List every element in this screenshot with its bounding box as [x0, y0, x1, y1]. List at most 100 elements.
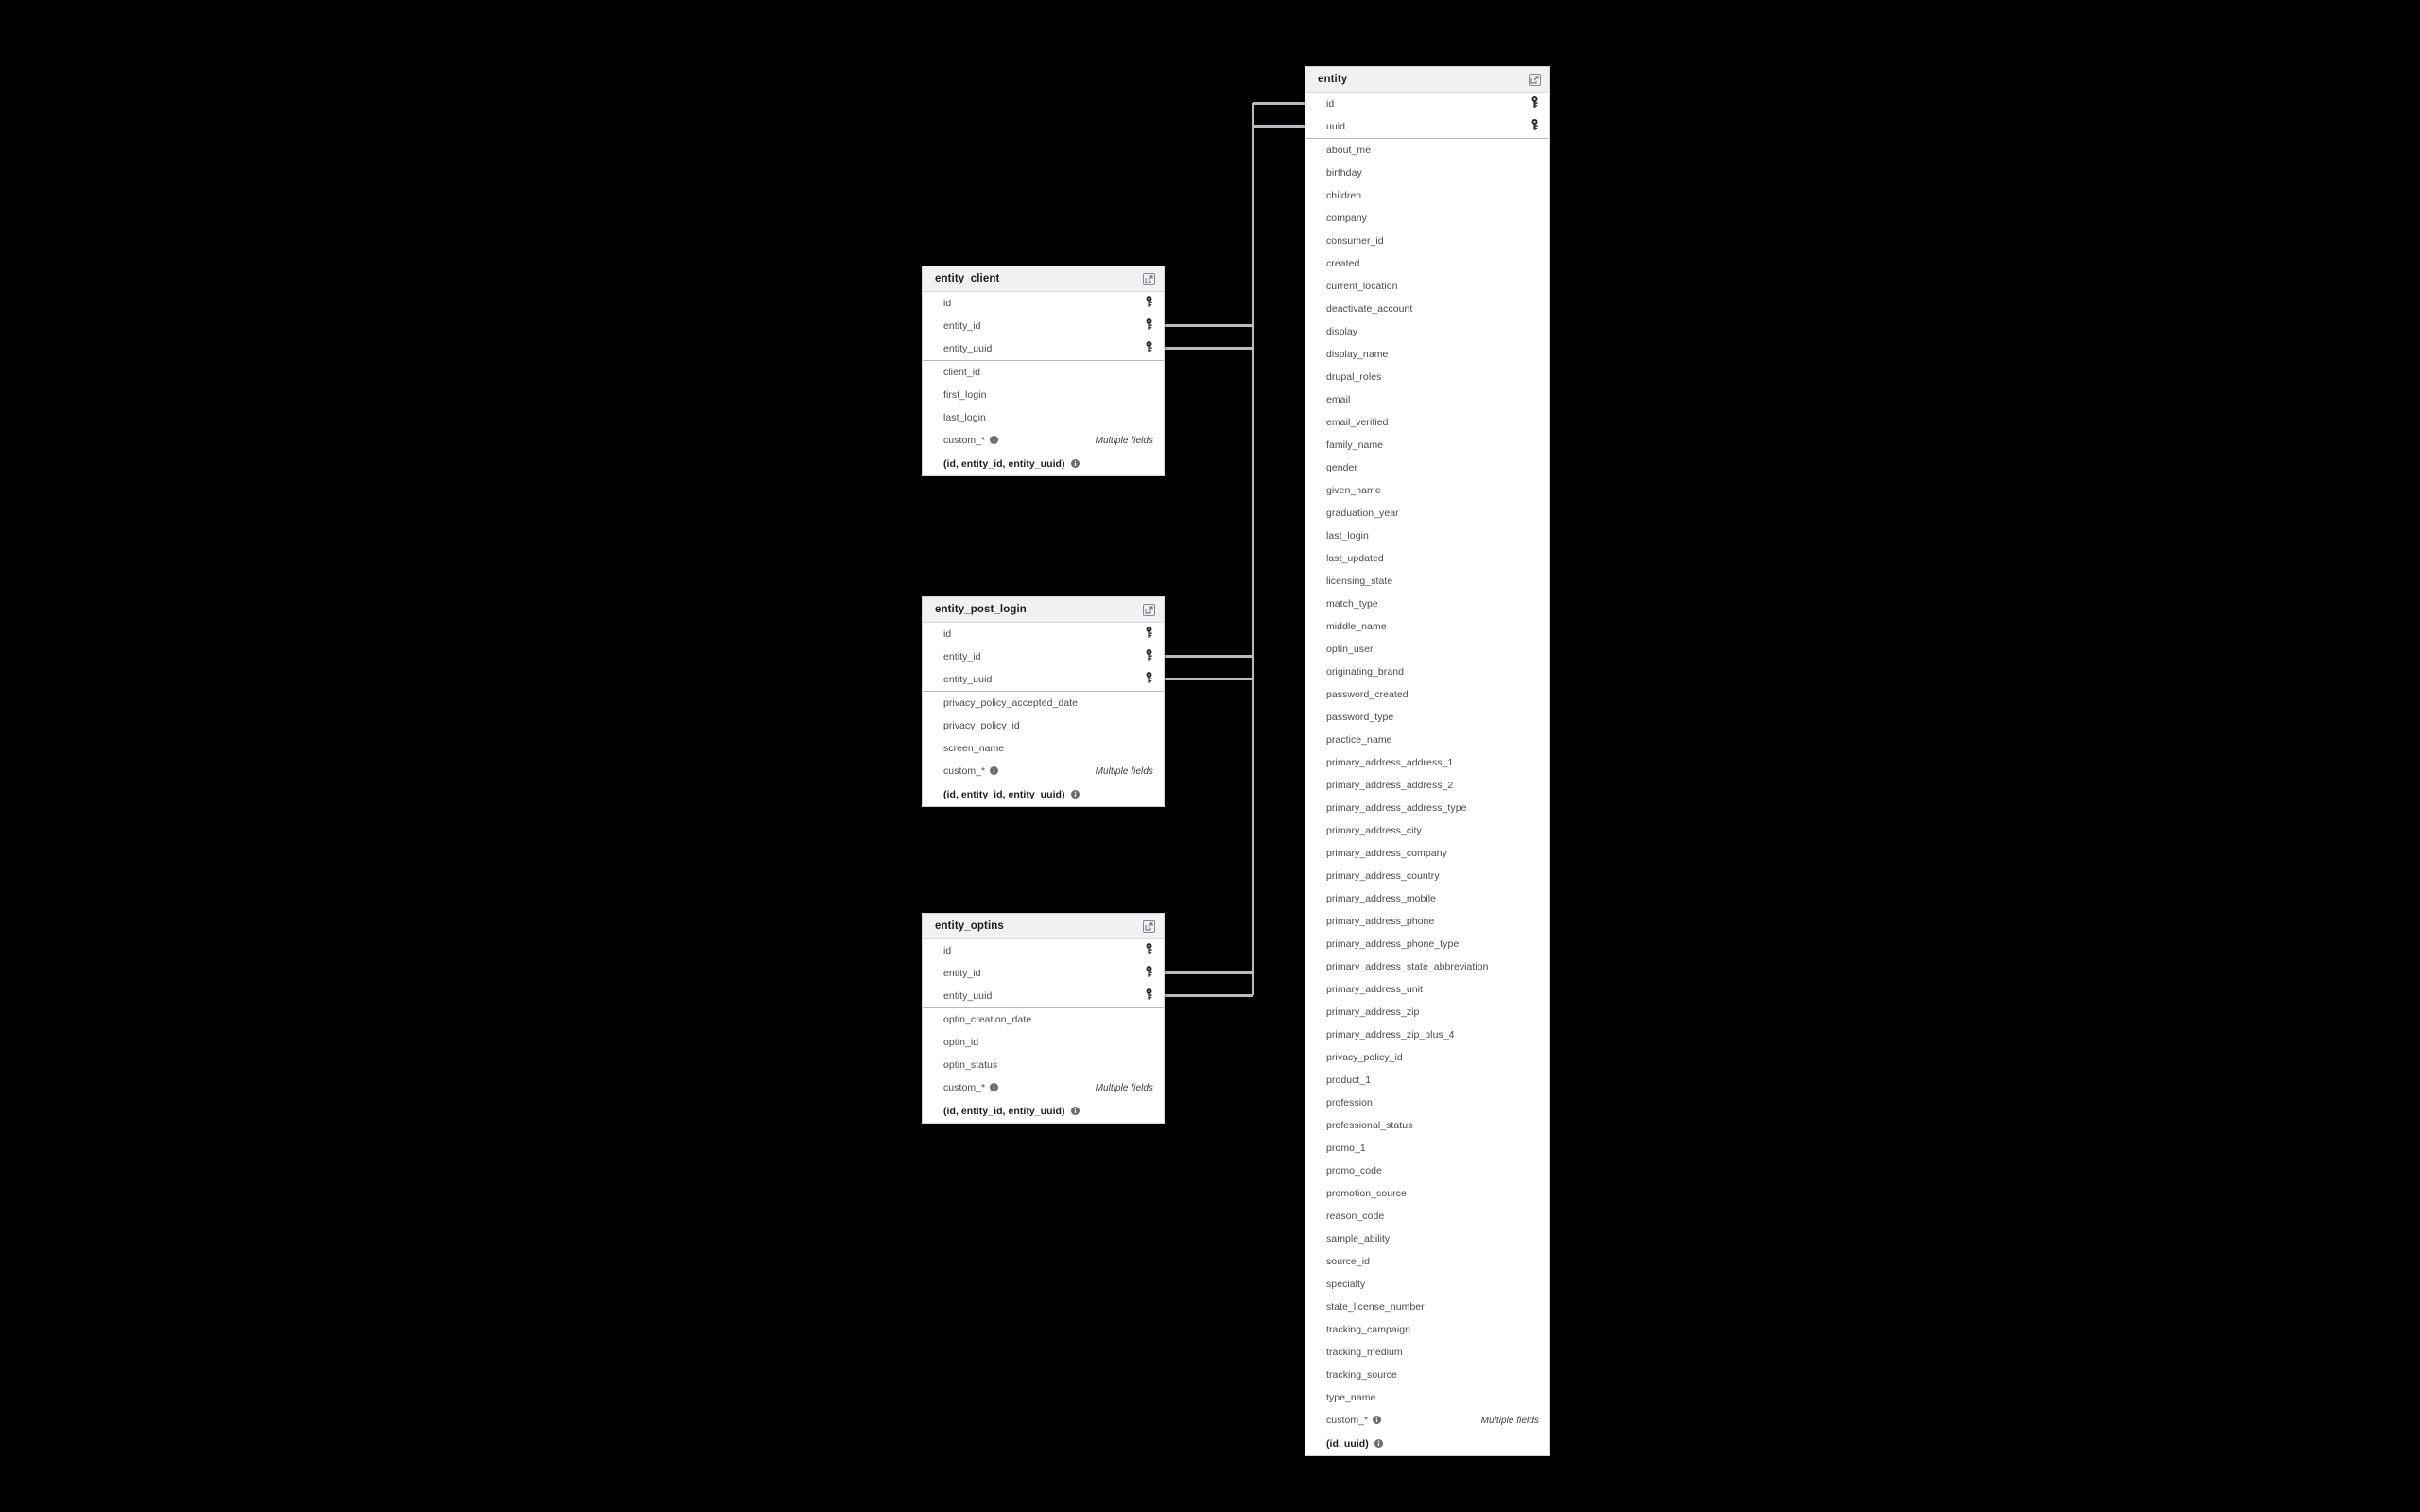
field-row[interactable]: state_license_number: [1305, 1296, 1549, 1318]
info-icon[interactable]: [990, 1079, 999, 1096]
field-row[interactable]: screen_name: [923, 737, 1164, 760]
field-row[interactable]: promo_1: [1305, 1137, 1549, 1160]
field-row[interactable]: password_type: [1305, 706, 1549, 729]
field-row[interactable]: children: [1305, 184, 1549, 207]
table-card-entity_optins[interactable]: entity_optins id entity_id entity_uuid optin…: [922, 913, 1165, 1124]
info-icon[interactable]: [1070, 455, 1080, 472]
field-row[interactable]: licensing_state: [1305, 570, 1549, 593]
field-row[interactable]: birthday: [1305, 162, 1549, 184]
field-row[interactable]: primary_address_unit: [1305, 978, 1549, 1001]
field-row[interactable]: primary_address_zip: [1305, 1001, 1549, 1023]
primary-key-footer[interactable]: (id, entity_id, entity_uuid): [923, 452, 1164, 475]
field-row[interactable]: source_id: [1305, 1250, 1549, 1273]
field-row[interactable]: primary_address_address_1: [1305, 751, 1549, 774]
field-row[interactable]: promotion_source: [1305, 1182, 1549, 1205]
primary-key-footer[interactable]: (id, entity_id, entity_uuid): [923, 1099, 1164, 1123]
field-row[interactable]: optin_user: [1305, 638, 1549, 661]
table-card-entity_post_login[interactable]: entity_post_login id entity_id entity_uuid p…: [922, 596, 1165, 807]
field-row[interactable]: privacy_policy_accepted_date: [923, 692, 1164, 714]
field-row[interactable]: first_login: [923, 384, 1164, 406]
field-row[interactable]: reason_code: [1305, 1205, 1549, 1228]
field-row[interactable]: tracking_source: [1305, 1364, 1549, 1386]
field-row[interactable]: primary_address_city: [1305, 819, 1549, 842]
field-row[interactable]: given_name: [1305, 479, 1549, 502]
field-row-key[interactable]: id: [923, 939, 1164, 962]
field-row-key[interactable]: entity_uuid: [923, 985, 1164, 1007]
field-row[interactable]: email: [1305, 388, 1549, 411]
field-row[interactable]: type_name: [1305, 1386, 1549, 1409]
field-row[interactable]: gender: [1305, 456, 1549, 479]
field-row[interactable]: specialty: [1305, 1273, 1549, 1296]
field-row[interactable]: primary_address_phone_type: [1305, 933, 1549, 955]
info-icon[interactable]: [1374, 1435, 1383, 1452]
primary-key-footer[interactable]: (id, uuid): [1305, 1432, 1549, 1455]
info-icon[interactable]: [1070, 1103, 1080, 1120]
field-row[interactable]: company: [1305, 207, 1549, 230]
field-row-custom[interactable]: custom_* Multiple fields: [1305, 1409, 1549, 1432]
field-row[interactable]: promo_code: [1305, 1160, 1549, 1182]
external-link-icon[interactable]: [1529, 73, 1541, 86]
field-row-key[interactable]: entity_id: [923, 962, 1164, 985]
field-row[interactable]: client_id: [923, 361, 1164, 384]
field-row[interactable]: sample_ability: [1305, 1228, 1549, 1250]
field-row-key[interactable]: entity_id: [923, 645, 1164, 668]
field-row-custom[interactable]: custom_* Multiple fields: [923, 760, 1164, 782]
field-row[interactable]: practice_name: [1305, 729, 1549, 751]
field-row[interactable]: family_name: [1305, 434, 1549, 456]
field-row-key[interactable]: entity_uuid: [923, 668, 1164, 691]
field-row[interactable]: email_verified: [1305, 411, 1549, 434]
field-row[interactable]: originating_brand: [1305, 661, 1549, 683]
field-row[interactable]: professional_status: [1305, 1114, 1549, 1137]
field-row-custom[interactable]: custom_* Multiple fields: [923, 429, 1164, 452]
field-row[interactable]: about_me: [1305, 139, 1549, 162]
field-row-key[interactable]: uuid: [1305, 115, 1549, 138]
field-row[interactable]: primary_address_company: [1305, 842, 1549, 865]
field-row[interactable]: primary_address_phone: [1305, 910, 1549, 933]
field-row[interactable]: optin_status: [923, 1054, 1164, 1076]
table-card-entity_client[interactable]: entity_client id entity_id entity_uuid clien…: [922, 266, 1165, 476]
field-row[interactable]: current_location: [1305, 275, 1549, 298]
field-row[interactable]: privacy_policy_id: [923, 714, 1164, 737]
field-row-key[interactable]: id: [923, 623, 1164, 645]
field-row[interactable]: match_type: [1305, 593, 1549, 615]
field-row[interactable]: optin_creation_date: [923, 1008, 1164, 1031]
field-row[interactable]: graduation_year: [1305, 502, 1549, 524]
external-link-icon[interactable]: [1143, 603, 1155, 616]
field-row[interactable]: last_login: [923, 406, 1164, 429]
field-row[interactable]: last_updated: [1305, 547, 1549, 570]
external-link-icon[interactable]: [1143, 919, 1155, 933]
field-row[interactable]: drupal_roles: [1305, 366, 1549, 388]
field-row[interactable]: deactivate_account: [1305, 298, 1549, 320]
field-row-key[interactable]: entity_uuid: [923, 337, 1164, 360]
primary-key-footer[interactable]: (id, entity_id, entity_uuid): [923, 782, 1164, 806]
field-row[interactable]: primary_address_address_type: [1305, 797, 1549, 819]
field-row[interactable]: password_created: [1305, 683, 1549, 706]
field-row-key[interactable]: id: [1305, 93, 1549, 115]
field-row[interactable]: tracking_medium: [1305, 1341, 1549, 1364]
field-row-key[interactable]: entity_id: [923, 315, 1164, 337]
field-row[interactable]: display_name: [1305, 343, 1549, 366]
field-row[interactable]: display: [1305, 320, 1549, 343]
field-row[interactable]: primary_address_state_abbreviation: [1305, 955, 1549, 978]
field-row-custom[interactable]: custom_* Multiple fields: [923, 1076, 1164, 1099]
field-row-key[interactable]: id: [923, 292, 1164, 315]
field-row[interactable]: privacy_policy_id: [1305, 1046, 1549, 1069]
field-row[interactable]: last_login: [1305, 524, 1549, 547]
table-card-entity[interactable]: entity id uuid about_me birthday children comp…: [1305, 66, 1550, 1456]
field-row[interactable]: primary_address_zip_plus_4: [1305, 1023, 1549, 1046]
field-row[interactable]: tracking_campaign: [1305, 1318, 1549, 1341]
field-row[interactable]: primary_address_country: [1305, 865, 1549, 887]
field-row[interactable]: optin_id: [923, 1031, 1164, 1054]
info-icon[interactable]: [1070, 786, 1080, 803]
info-icon[interactable]: [1373, 1412, 1382, 1429]
info-icon[interactable]: [990, 432, 999, 449]
field-row[interactable]: created: [1305, 252, 1549, 275]
field-row[interactable]: middle_name: [1305, 615, 1549, 638]
field-row[interactable]: primary_address_address_2: [1305, 774, 1549, 797]
field-row[interactable]: product_1: [1305, 1069, 1549, 1091]
field-row[interactable]: profession: [1305, 1091, 1549, 1114]
external-link-icon[interactable]: [1143, 272, 1155, 285]
field-row[interactable]: primary_address_mobile: [1305, 887, 1549, 910]
info-icon[interactable]: [990, 763, 999, 780]
field-row[interactable]: consumer_id: [1305, 230, 1549, 252]
